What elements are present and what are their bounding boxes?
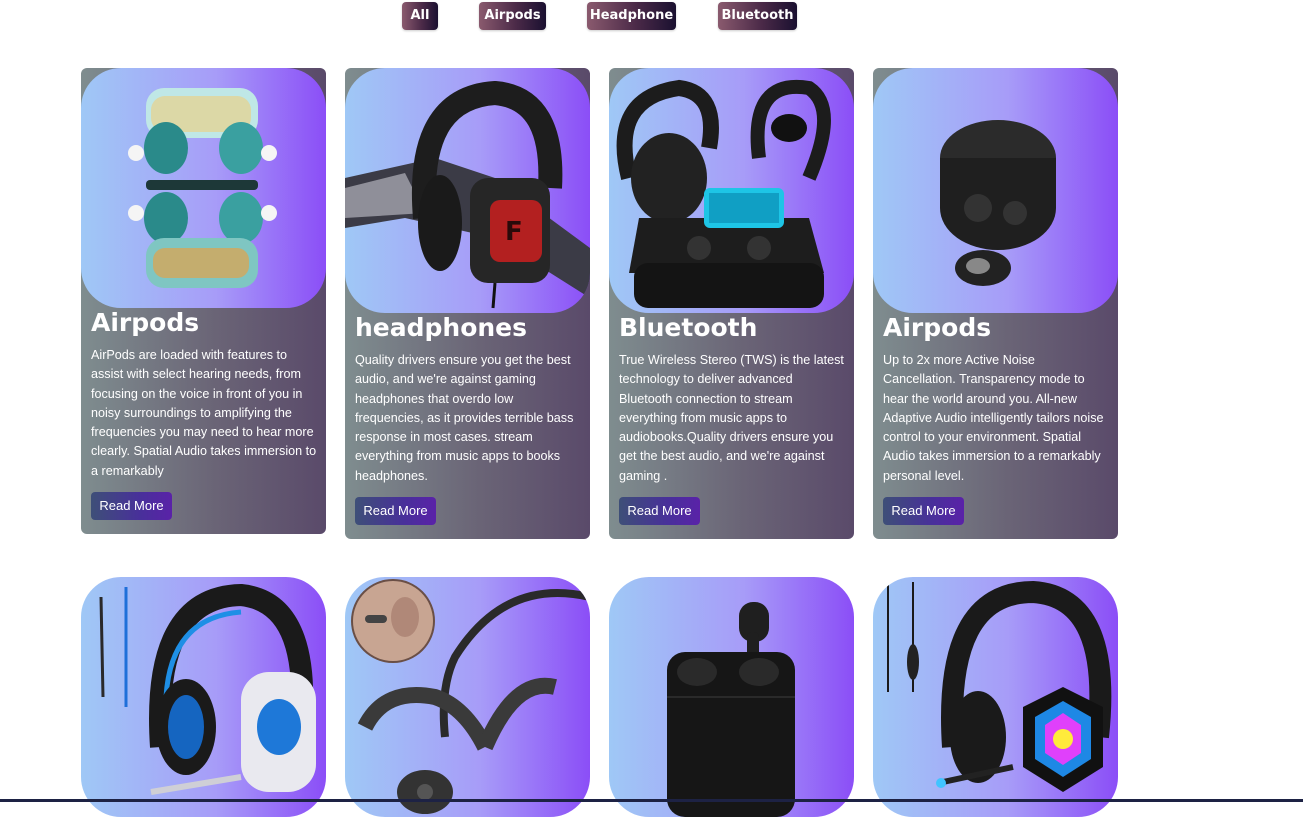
product-card xyxy=(609,577,854,817)
card-title: Bluetooth xyxy=(619,313,758,342)
product-image xyxy=(609,68,854,313)
earbuds-case-icon xyxy=(940,120,1056,286)
filter-headphone-button[interactable]: Headphone xyxy=(587,2,676,30)
product-card xyxy=(873,577,1118,817)
black-earbuds-case-icon xyxy=(667,602,795,817)
blue-gaming-headset-icon xyxy=(99,583,316,795)
product-card xyxy=(345,577,590,817)
filter-airpods-button[interactable]: Airpods xyxy=(479,2,546,30)
read-more-button[interactable]: Read More xyxy=(355,497,436,525)
read-more-button[interactable]: Read More xyxy=(91,492,172,520)
card-title: Airpods xyxy=(883,313,992,342)
card-title: Airpods xyxy=(91,308,200,337)
product-image xyxy=(345,577,590,817)
card-description: Up to 2x more Active Noise Cancellation.… xyxy=(883,353,1104,483)
product-card: Airpods Up to 2x more Active Noise Cance… xyxy=(873,68,1118,539)
sport-earbuds-icon xyxy=(616,79,831,308)
card-description: True Wireless Stereo (TWS) is the latest… xyxy=(619,353,844,483)
product-image xyxy=(81,577,326,817)
card-title: headphones xyxy=(355,313,528,342)
filter-all-button[interactable]: All xyxy=(402,2,438,30)
product-image xyxy=(873,577,1118,817)
rgb-gaming-headset-icon xyxy=(887,580,1112,792)
product-image xyxy=(873,68,1118,313)
gaming-headset-icon: F xyxy=(345,80,590,309)
product-card: Bluetooth True Wireless Stereo (TWS) is … xyxy=(609,68,854,539)
product-image: F xyxy=(345,68,590,313)
svg-text:F: F xyxy=(505,217,523,247)
category-filter-bar: All Airpods Headphone Bluetooth xyxy=(0,2,1303,30)
airpods-icon xyxy=(128,88,277,288)
card-description: AirPods are loaded with features to assi… xyxy=(91,348,317,478)
product-image xyxy=(609,577,854,817)
product-card xyxy=(81,577,326,817)
product-image xyxy=(81,68,326,308)
read-more-button[interactable]: Read More xyxy=(883,497,964,525)
product-card: F headphones Quality drivers ensure you … xyxy=(345,68,590,539)
card-description: Quality drivers ensure you get the best … xyxy=(355,353,574,483)
filter-bluetooth-button[interactable]: Bluetooth xyxy=(718,2,797,30)
bone-conduction-headphones-icon xyxy=(351,579,590,814)
read-more-button[interactable]: Read More xyxy=(619,497,700,525)
product-card: Airpods AirPods are loaded with features… xyxy=(81,68,326,534)
